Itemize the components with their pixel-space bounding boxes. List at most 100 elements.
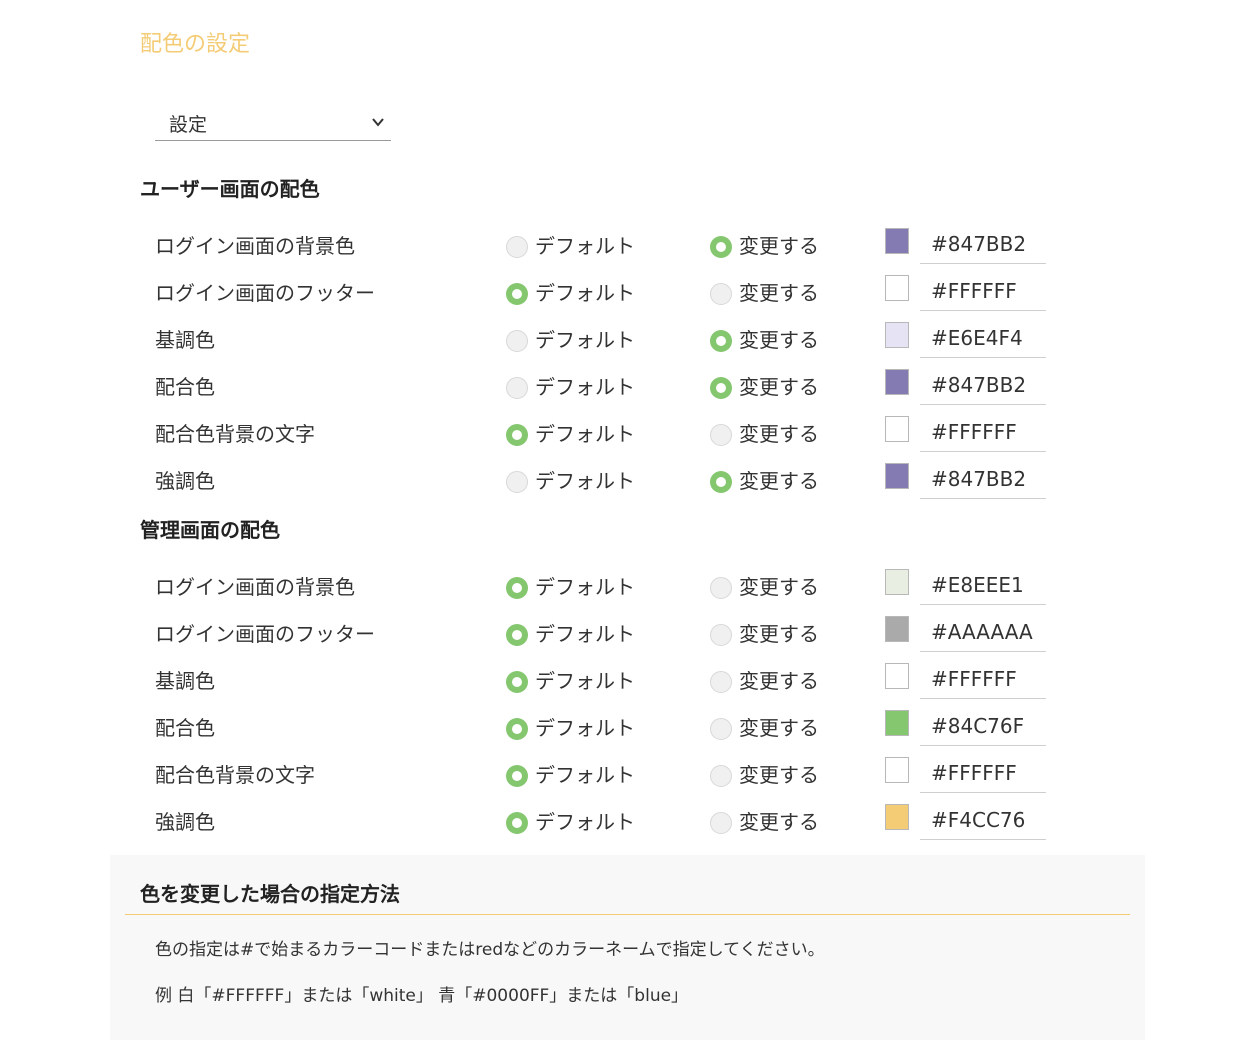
default-radio-label: デフォルト: [535, 281, 635, 305]
color-swatch[interactable]: [885, 322, 909, 348]
color-setting-row: 基調色 デフォルト 変更する: [0, 318, 1251, 373]
radio-circle-icon[interactable]: [710, 330, 732, 352]
color-code-input[interactable]: [920, 224, 1046, 264]
color-setting-row: 配合色背景の文字 デフォルト 変更する: [0, 753, 1251, 808]
default-radio-label: デフォルト: [535, 422, 635, 446]
admin-section-title: 管理画面の配色: [140, 518, 280, 542]
change-radio-label: 変更する: [739, 422, 819, 446]
color-setting-label: 配合色: [155, 375, 215, 399]
default-radio-label: デフォルト: [535, 469, 635, 493]
color-code-input[interactable]: [920, 565, 1046, 605]
default-radio-label: デフォルト: [535, 328, 635, 352]
info-title: 色を変更した場合の指定方法: [140, 882, 400, 906]
color-swatch[interactable]: [885, 804, 909, 830]
radio-circle-icon[interactable]: [710, 471, 732, 493]
color-setting-label: ログイン画面のフッター: [155, 622, 375, 646]
color-swatch[interactable]: [885, 616, 909, 642]
radio-circle-icon[interactable]: [710, 624, 732, 646]
change-radio-label: 変更する: [739, 669, 819, 693]
default-radio-label: デフォルト: [535, 669, 635, 693]
color-code-input[interactable]: [920, 706, 1046, 746]
color-code-input[interactable]: [920, 412, 1046, 452]
color-setting-row: 配合色背景の文字 デフォルト 変更する: [0, 412, 1251, 467]
info-divider: [125, 914, 1130, 915]
change-radio-label: 変更する: [739, 328, 819, 352]
color-code-input[interactable]: [920, 659, 1046, 699]
radio-circle-icon[interactable]: [710, 577, 732, 599]
default-radio-label: デフォルト: [535, 375, 635, 399]
color-setting-label: 配合色背景の文字: [155, 763, 315, 787]
color-swatch[interactable]: [885, 228, 909, 254]
color-setting-label: 基調色: [155, 669, 215, 693]
color-code-input[interactable]: [920, 318, 1046, 358]
info-line-2: 例 白「#FFFFFF」または「white」 青「#0000FF」または「blu…: [155, 986, 689, 1006]
info-line-1: 色の指定は#で始まるカラーコードまたはredなどのカラーネームで指定してください…: [155, 940, 825, 960]
page-title: 配色の設定: [140, 32, 251, 57]
default-radio-label: デフォルト: [535, 575, 635, 599]
color-code-input[interactable]: [920, 800, 1046, 840]
change-radio-label: 変更する: [739, 281, 819, 305]
radio-circle-icon[interactable]: [710, 718, 732, 740]
color-setting-label: ログイン画面の背景色: [155, 234, 355, 258]
default-radio-label: デフォルト: [535, 716, 635, 740]
radio-circle-icon[interactable]: [506, 283, 528, 305]
radio-circle-icon[interactable]: [506, 765, 528, 787]
change-radio-label: 変更する: [739, 234, 819, 258]
color-code-input[interactable]: [920, 365, 1046, 405]
color-swatch[interactable]: [885, 369, 909, 395]
radio-circle-icon[interactable]: [506, 812, 528, 834]
radio-circle-icon[interactable]: [710, 377, 732, 399]
radio-circle-icon[interactable]: [710, 671, 732, 693]
color-swatch[interactable]: [885, 275, 909, 301]
radio-circle-icon[interactable]: [506, 718, 528, 740]
color-swatch[interactable]: [885, 710, 909, 736]
color-code-input[interactable]: [920, 459, 1046, 499]
change-radio-label: 変更する: [739, 575, 819, 599]
default-radio-label: デフォルト: [535, 234, 635, 258]
color-swatch[interactable]: [885, 569, 909, 595]
color-setting-row: ログイン画面のフッター デフォルト 変更する: [0, 612, 1251, 667]
color-code-input[interactable]: [920, 612, 1046, 652]
radio-circle-icon[interactable]: [506, 377, 528, 399]
settings-select-value: 設定: [169, 114, 208, 136]
change-radio-label: 変更する: [739, 763, 819, 787]
change-radio-label: 変更する: [739, 375, 819, 399]
radio-circle-icon[interactable]: [710, 283, 732, 305]
color-swatch[interactable]: [885, 757, 909, 783]
color-swatch[interactable]: [885, 663, 909, 689]
change-radio-label: 変更する: [739, 810, 819, 834]
radio-circle-icon[interactable]: [506, 624, 528, 646]
color-setting-row: ログイン画面のフッター デフォルト 変更する: [0, 271, 1251, 326]
color-setting-row: ログイン画面の背景色 デフォルト 変更する: [0, 224, 1251, 279]
default-radio-label: デフォルト: [535, 763, 635, 787]
radio-circle-icon[interactable]: [506, 424, 528, 446]
default-radio-label: デフォルト: [535, 810, 635, 834]
radio-circle-icon[interactable]: [710, 765, 732, 787]
color-code-input[interactable]: [920, 271, 1046, 311]
radio-circle-icon[interactable]: [506, 577, 528, 599]
info-panel: 色を変更した場合の指定方法 色の指定は#で始まるカラーコードまたはredなどのカ…: [110, 855, 1145, 1040]
settings-select[interactable]: 設定: [155, 104, 391, 141]
radio-circle-icon[interactable]: [710, 812, 732, 834]
radio-circle-icon[interactable]: [710, 424, 732, 446]
color-setting-label: 強調色: [155, 469, 215, 493]
color-code-input[interactable]: [920, 753, 1046, 793]
radio-circle-icon[interactable]: [506, 330, 528, 352]
radio-circle-icon[interactable]: [506, 471, 528, 493]
color-setting-label: 配合色: [155, 716, 215, 740]
color-swatch[interactable]: [885, 463, 909, 489]
radio-circle-icon[interactable]: [506, 671, 528, 693]
color-setting-label: 配合色背景の文字: [155, 422, 315, 446]
change-radio-label: 変更する: [739, 622, 819, 646]
color-swatch[interactable]: [885, 416, 909, 442]
color-setting-row: 配合色 デフォルト 変更する: [0, 706, 1251, 761]
color-setting-label: ログイン画面の背景色: [155, 575, 355, 599]
radio-circle-icon[interactable]: [710, 236, 732, 258]
change-radio-label: 変更する: [739, 716, 819, 740]
change-radio-label: 変更する: [739, 469, 819, 493]
radio-circle-icon[interactable]: [506, 236, 528, 258]
color-setting-label: 強調色: [155, 810, 215, 834]
color-setting-row: 強調色 デフォルト 変更する: [0, 459, 1251, 514]
color-setting-label: ログイン画面のフッター: [155, 281, 375, 305]
user-section-title: ユーザー画面の配色: [140, 177, 320, 201]
